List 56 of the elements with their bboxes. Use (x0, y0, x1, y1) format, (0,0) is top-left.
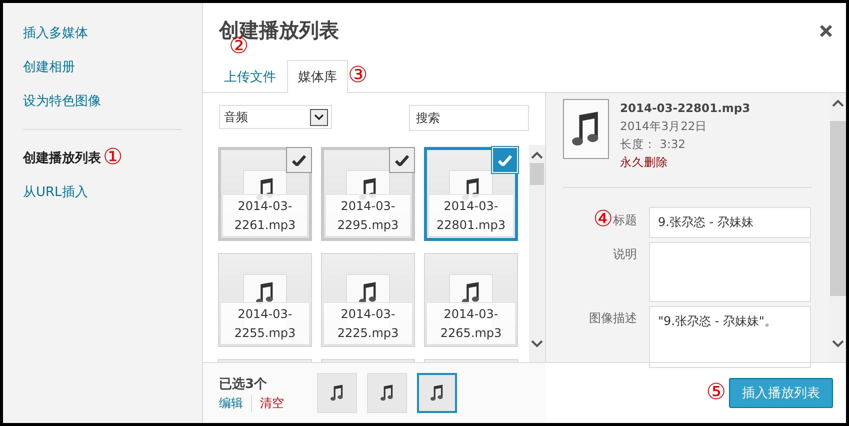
title-field[interactable]: 9.张尕恣 - 尕妹妹 (649, 207, 811, 238)
attachment-tile[interactable]: 2014-03-2295.mp3 (321, 147, 415, 241)
duration: 长度： 3:32 (620, 136, 686, 153)
music-note-icon (429, 384, 445, 402)
scroll-down-icon[interactable] (832, 340, 844, 348)
annotation-number: ③ (348, 65, 368, 87)
file-name: 2014-03-2295.mp3 (326, 194, 410, 236)
tab[interactable]: 媒体库 (287, 60, 348, 93)
file-name: 2014-03-2265.mp3 (427, 302, 515, 344)
file-name: 2014-03-2255.mp3 (221, 302, 309, 344)
search-field[interactable]: 搜索 (409, 105, 529, 131)
selected-thumbnail[interactable] (417, 373, 457, 413)
attachment-tile[interactable]: 2014-03-2261.mp3 (218, 147, 312, 241)
text-field[interactable]: "9.张尕恣 - 尕妹妹"。 (649, 306, 811, 368)
field-label: 图像描述 (589, 310, 637, 327)
sidebar-item[interactable]: 设为特色图像 (23, 92, 101, 110)
caret-icon (314, 114, 324, 120)
check-icon (395, 154, 409, 166)
scrollbar[interactable] (529, 145, 545, 362)
field-label: 标题 (613, 212, 637, 228)
scroll-up-icon[interactable] (531, 151, 543, 159)
music-note-icon (329, 384, 345, 402)
media-type-select[interactable]: 音频 (219, 105, 332, 129)
music-note-icon (379, 384, 395, 402)
attachment-tile[interactable]: 2014-03-2265.mp3 (424, 253, 518, 347)
file-name: 2014-03-22801.mp3 (620, 100, 750, 117)
sidebar-item[interactable]: 创建播放列表 (23, 149, 101, 167)
scrollbar-thumb[interactable] (530, 163, 544, 185)
upload-date: 2014年3月22日 (620, 118, 708, 135)
attachment-tile[interactable]: 2014-03-22801.mp3 (424, 147, 518, 241)
file-name: 2014-03-2225.mp3 (324, 302, 412, 344)
file-name: 2014-03-22801.mp3 (429, 194, 513, 236)
delete-link[interactable]: 永久删除 (620, 153, 750, 171)
close-button[interactable] (820, 24, 832, 36)
tab[interactable]: 上传文件 (213, 60, 287, 93)
checkbox[interactable] (389, 147, 415, 173)
clear-link[interactable]: 清空 (251, 394, 292, 412)
text-field[interactable] (649, 242, 811, 302)
annotation-number: ④ (593, 209, 613, 231)
selection-count: 已选3个 (219, 376, 268, 392)
sidebar-item[interactable]: 从URL插入 (23, 183, 88, 201)
scroll-up-icon[interactable] (832, 99, 844, 107)
sidebar-item[interactable]: 创建相册 (23, 58, 75, 76)
check-icon (292, 154, 306, 166)
attachment-tile[interactable]: 2014-03-2225.mp3 (321, 253, 415, 347)
checkbox[interactable] (286, 147, 312, 173)
sidebar-item[interactable]: 插入多媒体 (23, 24, 88, 42)
annotation-number: ⑤ (706, 382, 726, 404)
attachment-tile[interactable]: 2014-03-2255.mp3 (218, 253, 312, 347)
annotation-number: ① (103, 147, 123, 169)
field-label: 说明 (613, 246, 637, 263)
edit-link[interactable]: 编辑 (219, 394, 251, 412)
check-icon (498, 154, 512, 166)
scroll-down-icon[interactable] (531, 340, 543, 348)
file-name: 2014-03-2261.mp3 (223, 194, 307, 236)
scrollbar-thumb[interactable] (830, 121, 846, 296)
